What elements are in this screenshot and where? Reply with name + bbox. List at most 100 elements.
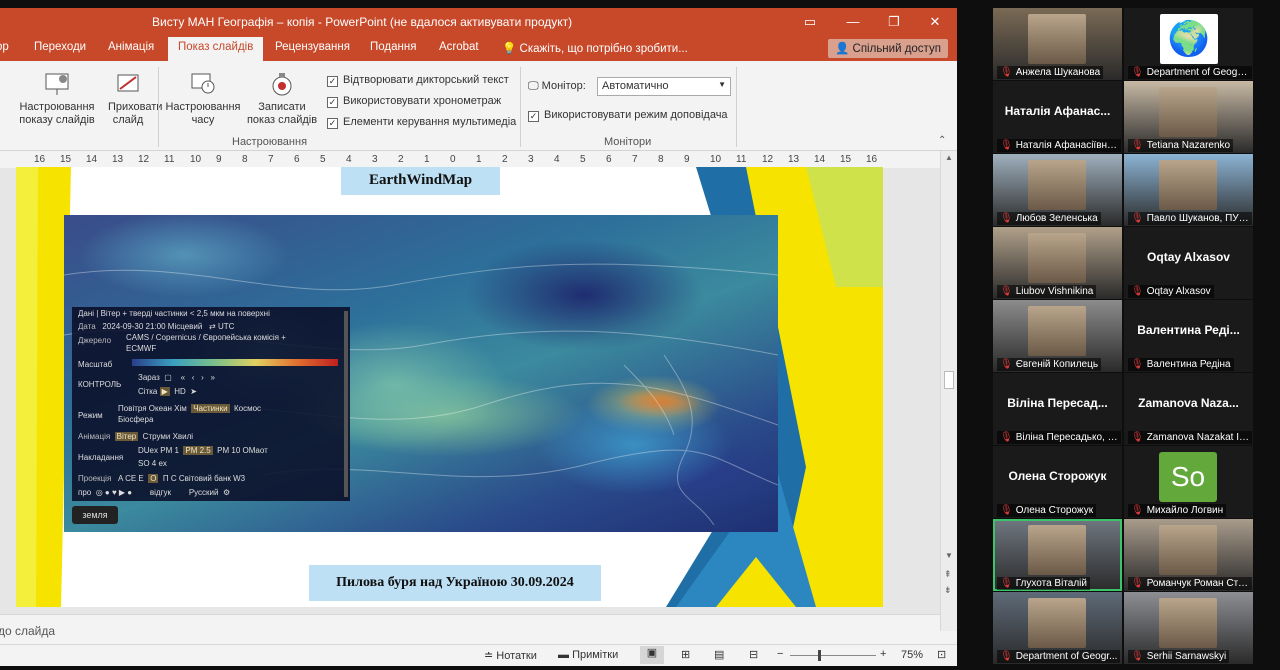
participant-tile[interactable]: 🎙 Serhii Sarnawskyi: [1124, 592, 1253, 664]
animation-row: Анімація Вітер Струми Хвилі: [78, 432, 193, 441]
share-button[interactable]: 👤 Спільний доступ: [828, 39, 948, 58]
hd-toggle[interactable]: HD: [174, 387, 186, 396]
locate-icon[interactable]: ➤: [190, 387, 197, 396]
mode-options[interactable]: Повітря Океан Хім: [118, 404, 187, 413]
gear-icon[interactable]: ⚙: [223, 488, 230, 497]
record-slideshow-button[interactable]: Записати показ слайдів: [243, 71, 321, 127]
tab-animations[interactable]: Анімація: [108, 41, 154, 53]
panel-scrollbar[interactable]: [344, 311, 348, 497]
slideshow-view-icon[interactable]: ⊟: [749, 648, 758, 661]
projection-options-2[interactable]: П С Світовий банк W3: [163, 474, 245, 483]
reading-view-icon[interactable]: ▤: [714, 648, 724, 661]
grid-toggle[interactable]: Сітка: [138, 387, 157, 396]
language-link[interactable]: Русский: [189, 488, 219, 497]
monitor-select[interactable]: Автоматично ▼: [597, 77, 731, 96]
prev-slide-icon[interactable]: ⇞: [944, 569, 952, 580]
anim-wind[interactable]: Вітер: [114, 432, 139, 441]
utc-toggle[interactable]: UTC: [218, 322, 234, 331]
scroll-thumb[interactable]: [944, 371, 954, 389]
participant-tile[interactable]: 🎙 Глухота Віталій: [993, 519, 1122, 591]
participant-tile[interactable]: 🎙 Романчук Роман Ста...: [1124, 519, 1253, 591]
narration-checkbox[interactable]: ✓ Відтворювати дикторський текст: [327, 74, 509, 87]
participant-tile[interactable]: 🎙 Анжела Шуканова: [993, 8, 1122, 80]
now-button[interactable]: Зараз: [138, 373, 160, 382]
slide-sorter-icon[interactable]: ⊞: [681, 648, 690, 661]
about-link[interactable]: про: [78, 488, 91, 497]
zoom-in-icon[interactable]: +: [880, 648, 886, 660]
participant-tile[interactable]: Віліна Пересад... 🎙 Віліна Пересадько, К..…: [993, 373, 1122, 445]
rehearse-timings-button[interactable]: Настроювання часу: [164, 71, 242, 127]
participant-tile[interactable]: So 🎙 Михайло Логвин: [1124, 446, 1253, 518]
participant-tile[interactable]: 🎙 Department of Geogr...: [993, 592, 1122, 664]
collapse-ribbon-icon[interactable]: ⌃: [938, 135, 946, 146]
participant-name: Serhii Sarnawskyi: [1146, 651, 1227, 662]
zoom-slider-thumb[interactable]: [818, 650, 821, 661]
participant-tile[interactable]: 🎙 Liubov Vishnikina: [993, 227, 1122, 299]
monitor-row: 🖵 Монітор:: [528, 80, 586, 93]
notes-pane[interactable]: до слайда: [0, 614, 940, 644]
scroll-up-icon[interactable]: ▲: [945, 153, 953, 162]
anim-options[interactable]: Струми Хвилі: [143, 432, 193, 441]
next-icon[interactable]: ›: [201, 373, 204, 382]
setup-show-button[interactable]: Настроювання показу слайдів: [18, 71, 96, 127]
participant-tile[interactable]: 🎙 Tetiana Nazarenko: [1124, 81, 1253, 153]
calendar-icon[interactable]: ▢: [164, 373, 172, 382]
fast-forward-icon[interactable]: »: [210, 373, 214, 382]
ribbon-display-icon[interactable]: ▭: [797, 12, 823, 32]
comments-button[interactable]: ▬ Примітки: [558, 649, 618, 661]
scroll-down-icon[interactable]: ▼: [945, 551, 953, 560]
monitor-value: Автоматично: [602, 80, 669, 92]
zoom-out-icon[interactable]: −: [777, 648, 783, 660]
fit-slide-icon[interactable]: ⊡: [937, 648, 946, 661]
feedback-link[interactable]: відгук: [150, 488, 171, 497]
presenter-view-checkbox[interactable]: ✓ Використовувати режим доповідача: [528, 109, 728, 122]
tab-insert[interactable]: op: [0, 41, 9, 53]
participant-tile[interactable]: 🎙 Євгеній Копилець: [993, 300, 1122, 372]
mode-particles[interactable]: Частинки: [191, 404, 230, 413]
participant-tile[interactable]: 🎙 Павло Шуканов, ПУБ...: [1124, 154, 1253, 226]
participant-tile[interactable]: Zamanova Naza... 🎙 Zamanova Nazakat Ib...: [1124, 373, 1253, 445]
social-icons[interactable]: ◎ ● ♥ ▶ ●: [96, 488, 132, 497]
minimize-icon[interactable]: —: [840, 12, 866, 32]
tab-slideshow[interactable]: Показ слайдів: [168, 37, 264, 61]
timings-checkbox[interactable]: ✓ Використовувати хронометраж: [327, 95, 501, 108]
close-icon[interactable]: ✕: [922, 12, 948, 32]
ruler-tick: 3: [528, 154, 534, 165]
hide-slide-button[interactable]: Приховати слайд: [108, 71, 162, 127]
overlay-so4[interactable]: SO 4 ex: [138, 459, 167, 468]
participant-tile[interactable]: 🌍 🎙 Department of Geograp...: [1124, 8, 1253, 80]
overlay-pm25[interactable]: PM 2.5: [183, 446, 213, 455]
participant-name-tag: 🎙 Наталія Афанасіївна ...: [997, 139, 1121, 152]
zoom-level[interactable]: 75%: [901, 649, 923, 661]
participant-tile[interactable]: Наталія Афанас... 🎙 Наталія Афанасіївна ..…: [993, 81, 1122, 153]
participant-tile[interactable]: 🎙 Любов Зеленська: [993, 154, 1122, 226]
participant-name: Department of Geogr...: [1015, 651, 1118, 662]
next-slide-icon[interactable]: ⇟: [944, 585, 952, 596]
restore-icon[interactable]: ❐: [881, 12, 907, 32]
media-controls-checkbox[interactable]: ✓ Елементи керування мультимедіа: [327, 116, 516, 129]
zoom-slider[interactable]: [790, 655, 876, 656]
tab-transitions[interactable]: Переходи: [34, 41, 86, 53]
projection-options[interactable]: A CE E: [118, 474, 144, 483]
participant-tile[interactable]: Oqtay Alxasov 🎙 Oqtay Alxasov: [1124, 227, 1253, 299]
vertical-scrollbar[interactable]: ▲ ▼ ⇞ ⇟: [940, 151, 957, 631]
mode-bio[interactable]: Біосфера: [118, 415, 153, 424]
tab-view[interactable]: Подання: [370, 41, 416, 53]
earth-button[interactable]: земля: [72, 506, 118, 524]
notes-button[interactable]: ≐ Нотатки: [484, 649, 537, 662]
tab-acrobat[interactable]: Acrobat: [439, 41, 479, 53]
mode-space[interactable]: Космос: [234, 404, 261, 413]
overlay-options-2[interactable]: PM 10 ОМaот: [217, 446, 268, 455]
participant-tile[interactable]: Олена Сторожук 🎙 Олена Сторожук: [993, 446, 1122, 518]
participant-name-tag: 🎙 Любов Зеленська: [997, 212, 1101, 225]
participant-tile[interactable]: Валентина Реді... 🎙 Валентина Редіна: [1124, 300, 1253, 372]
normal-view-icon[interactable]: ▣: [640, 646, 664, 664]
prev-icon[interactable]: ‹: [192, 373, 195, 382]
play-icon[interactable]: ▶: [159, 387, 170, 396]
tell-me-search[interactable]: 💡 Скажіть, що потрібно зробити...: [502, 41, 688, 55]
date-value[interactable]: 2024-09-30 21:00 Місцевий: [102, 322, 202, 331]
overlay-options[interactable]: DUex PM 1: [138, 446, 179, 455]
tab-review[interactable]: Рецензування: [275, 41, 350, 53]
rewind-icon[interactable]: «: [181, 373, 185, 382]
projection-o[interactable]: O: [148, 474, 159, 483]
